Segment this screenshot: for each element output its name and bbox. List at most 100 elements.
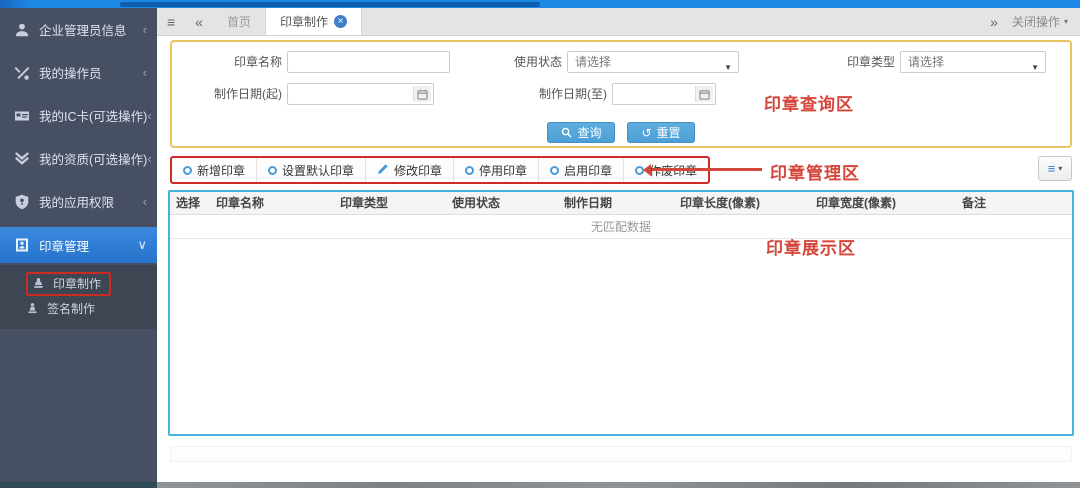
calendar-icon[interactable] xyxy=(413,86,431,102)
empty-state-row: 无匹配数据 xyxy=(170,215,1072,239)
shield-icon xyxy=(14,193,31,210)
select-caret-icon: ▼ xyxy=(1031,63,1039,72)
bottom-edge-left xyxy=(0,482,157,488)
calendar-icon[interactable] xyxy=(695,86,713,102)
sidebar-item-qualifications[interactable]: 我的资质(可选操作) ‹ xyxy=(0,137,157,180)
seal-name-label: 印章名称 xyxy=(233,55,282,69)
red-annotation-box: 印章制作 xyxy=(26,271,112,296)
date-to-input[interactable] xyxy=(612,83,716,105)
sidebar-item-app-permissions[interactable]: 我的应用权限 ‹ xyxy=(0,180,157,223)
scroll-tabs-right-icon[interactable]: » xyxy=(980,8,1008,35)
disable-seal-circle-icon xyxy=(465,165,475,175)
sidebar-item-label: 我的IC卡(可选操作) xyxy=(39,110,148,124)
tool-button-label: 新增印章 xyxy=(197,163,246,178)
display-region-annotation: 印章展示区 xyxy=(766,239,856,258)
caret-down-icon: ▾ xyxy=(1058,164,1063,173)
column-header-seal-width[interactable]: 印章宽度(像素) xyxy=(810,192,956,214)
sidebar-item-admin-info[interactable]: 企业管理员信息 ‹ xyxy=(0,8,157,51)
sidebar-item-seal-management[interactable]: 印章管理 ∨ xyxy=(0,227,157,263)
select-caret-icon: ▼ xyxy=(724,63,732,72)
default-seal-circle-icon xyxy=(268,165,278,175)
app-window: 企业管理员信息 ‹ 我的操作员 ‹ 我的IC卡(可选操作) ‹ 我的资质(可选操… xyxy=(0,0,1080,488)
date-from-input[interactable] xyxy=(287,83,434,105)
add-seal-circle-icon xyxy=(183,165,192,175)
close-operations-label: 关闭操作 xyxy=(1011,15,1060,29)
tab-label: 印章制作 xyxy=(279,15,328,29)
sidebar-subitem-label: 印章制作 xyxy=(53,276,102,291)
use-status-select[interactable]: 请选择 ▼ xyxy=(567,51,739,73)
seal-management-toolbar-row: 新增印章 设置默认印章 修改印章 停用印章 启用印章 印章管理区 ≡ ▾ xyxy=(170,156,1072,184)
tab-close-icon[interactable]: × xyxy=(334,15,347,28)
seal-book-icon xyxy=(14,237,31,254)
seal-management-submenu: 印章制作 签名制作 xyxy=(0,265,157,329)
disable-seal-button[interactable]: 停用印章 xyxy=(454,158,540,182)
seal-type-value: 请选择 xyxy=(908,55,945,69)
query-region-annotation: 印章查询区 xyxy=(764,95,854,114)
qualification-icon xyxy=(14,150,31,167)
tab-home[interactable]: 首页 xyxy=(213,8,265,35)
seal-display-region: 选择 印章名称 印章类型 使用状态 制作日期 印章长度(像素) 印章宽度(像素)… xyxy=(168,190,1074,436)
search-button[interactable]: 查询 xyxy=(547,122,616,143)
list-icon: ≡ xyxy=(1047,161,1056,176)
grid-view-options-button[interactable]: ≡ ▾ xyxy=(1038,156,1072,181)
main-area: ≡ « 首页 印章制作 × » 关闭操作 ▾ 印章名称 使用状态 请选择 ▼ 印… xyxy=(157,8,1080,482)
tool-button-label: 停用印章 xyxy=(479,163,528,178)
hamburger-menu-icon[interactable]: ≡ xyxy=(157,8,185,35)
sidebar-item-label: 我的应用权限 xyxy=(39,196,115,210)
sidebar-item-label: 企业管理员信息 xyxy=(39,24,127,38)
chevron-left-icon: ‹ xyxy=(147,108,152,123)
reset-icon: ↺ xyxy=(641,125,652,140)
chevron-left-icon: ‹ xyxy=(142,22,147,37)
tool-button-label: 启用印章 xyxy=(564,163,613,178)
stamp-icon xyxy=(32,276,46,290)
tool-button-label: 设置默认印章 xyxy=(282,163,355,178)
seal-name-input[interactable] xyxy=(287,51,450,73)
ic-card-icon xyxy=(14,107,31,124)
column-header-make-date[interactable]: 制作日期 xyxy=(558,192,674,214)
seal-type-select[interactable]: 请选择 ▼ xyxy=(900,51,1046,73)
search-icon xyxy=(562,127,573,138)
scroll-tabs-left-icon[interactable]: « xyxy=(185,8,213,35)
signature-stamp-icon xyxy=(26,302,40,316)
content-area: 印章名称 使用状态 请选择 ▼ 印章类型 请选择 ▼ 制作日期(起) 制作日期(… xyxy=(157,36,1080,481)
reset-button-label: 重置 xyxy=(656,126,681,140)
set-default-seal-button[interactable]: 设置默认印章 xyxy=(257,158,367,182)
browser-top-strip xyxy=(0,0,1080,8)
search-button-row: 查询 ↺ 重置 xyxy=(172,122,1070,143)
browser-title-blur xyxy=(120,2,540,7)
tabbar-spacer xyxy=(362,8,980,35)
column-header-seal-name[interactable]: 印章名称 xyxy=(210,192,334,214)
sidebar-subitem-seal-making[interactable]: 印章制作 xyxy=(0,271,157,296)
add-seal-button[interactable]: 新增印章 xyxy=(172,158,258,182)
sidebar-item-operators[interactable]: 我的操作员 ‹ xyxy=(0,51,157,94)
use-status-label: 使用状态 xyxy=(513,55,562,69)
sidebar-item-ic-card[interactable]: 我的IC卡(可选操作) ‹ xyxy=(0,94,157,137)
toolbar-annotation: 印章管理区 xyxy=(770,164,860,183)
edit-seal-pencil-icon xyxy=(377,163,389,178)
search-button-label: 查询 xyxy=(577,126,602,140)
seal-type-label: 印章类型 xyxy=(846,55,895,69)
tools-icon xyxy=(14,64,31,81)
user-icon xyxy=(14,21,31,38)
column-header-select[interactable]: 选择 xyxy=(170,192,210,214)
chevron-left-icon: ‹ xyxy=(142,194,147,209)
table-header-row: 选择 印章名称 印章类型 使用状态 制作日期 印章长度(像素) 印章宽度(像素)… xyxy=(170,192,1072,215)
tab-seal-making[interactable]: 印章制作 × xyxy=(264,8,362,35)
enable-seal-button[interactable]: 启用印章 xyxy=(539,158,625,182)
column-header-seal-type[interactable]: 印章类型 xyxy=(334,192,446,214)
sidebar-item-label: 我的操作员 xyxy=(39,67,102,81)
seal-management-toolbar: 新增印章 设置默认印章 修改印章 停用印章 启用印章 xyxy=(170,156,711,184)
sidebar-item-label: 我的资质(可选操作) xyxy=(39,153,148,167)
edit-seal-button[interactable]: 修改印章 xyxy=(366,158,455,182)
sidebar-subitem-label: 签名制作 xyxy=(47,302,96,316)
tab-bar: ≡ « 首页 印章制作 × » 关闭操作 ▾ xyxy=(157,8,1080,36)
seal-query-region: 印章名称 使用状态 请选择 ▼ 印章类型 请选择 ▼ 制作日期(起) 制作日期(… xyxy=(170,40,1072,148)
reset-button[interactable]: ↺ 重置 xyxy=(627,122,695,143)
sidebar-subitem-signature-making[interactable]: 签名制作 xyxy=(0,296,157,321)
column-header-remarks[interactable]: 备注 xyxy=(956,192,1072,214)
sidebar: 企业管理员信息 ‹ 我的操作员 ‹ 我的IC卡(可选操作) ‹ 我的资质(可选操… xyxy=(0,8,157,482)
close-operations-dropdown[interactable]: 关闭操作 ▾ xyxy=(1008,8,1080,35)
enable-seal-circle-icon xyxy=(550,165,560,175)
column-header-use-status[interactable]: 使用状态 xyxy=(446,192,558,214)
column-header-seal-length[interactable]: 印章长度(像素) xyxy=(674,192,810,214)
